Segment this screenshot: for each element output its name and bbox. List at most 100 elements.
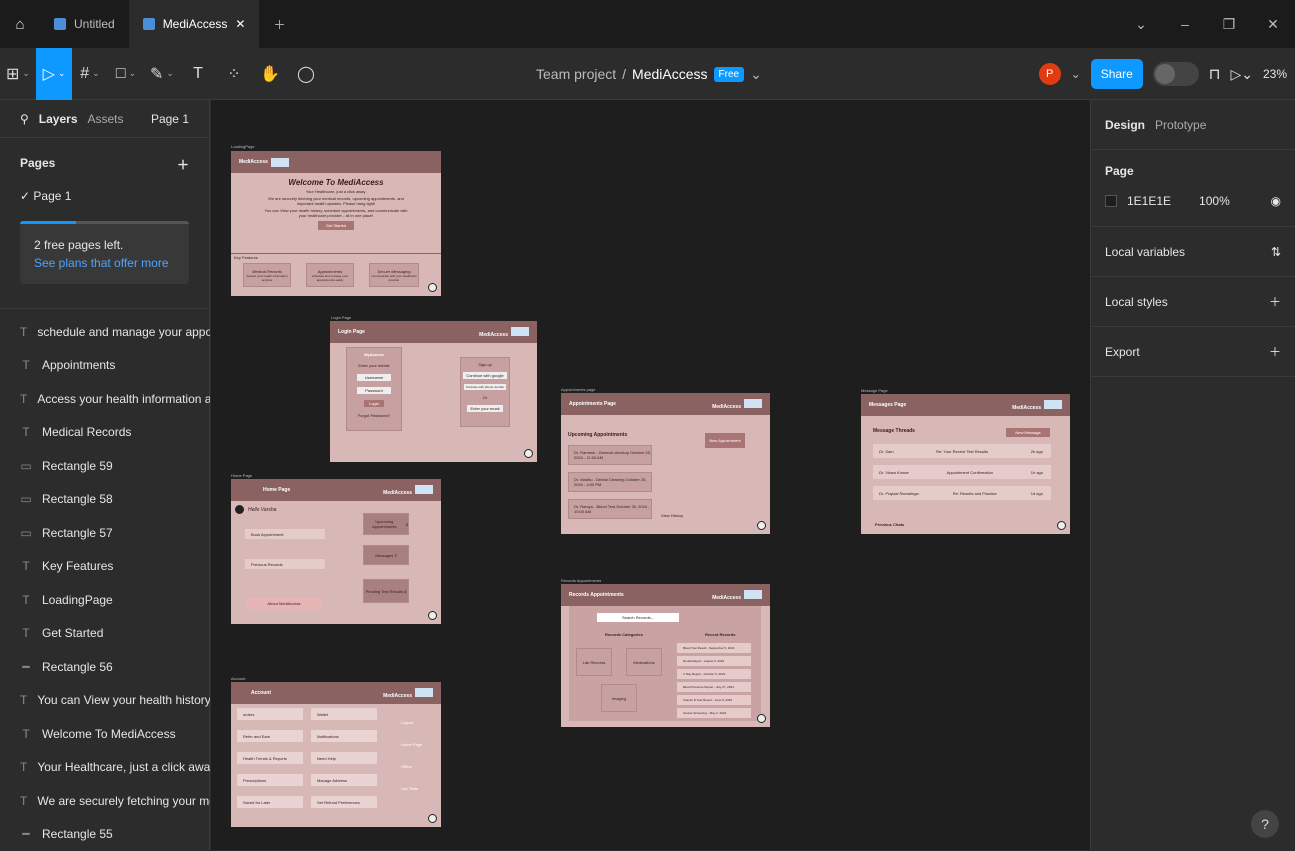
frame-login-page[interactable]: Login PageMediAccess MyAccess Enter your… [330, 321, 537, 462]
account-menu-item[interactable]: Prescriptions [237, 774, 303, 786]
category-lab-records[interactable]: Lab Records [576, 648, 612, 676]
tab-mediaccess[interactable]: MediAccess ✕ [129, 0, 260, 48]
layer-item[interactable]: TGet Started [0, 617, 210, 651]
layer-item[interactable]: TKey Features [0, 550, 210, 584]
book-appointment-button[interactable]: Book Appointment [245, 529, 325, 539]
minimize-icon[interactable]: – [1163, 16, 1207, 32]
search-icon[interactable]: ⚲ [20, 112, 29, 126]
chevron-down-icon[interactable]: ⌄ [1071, 67, 1081, 81]
layer-item[interactable]: ━Rectangle 56 [0, 650, 210, 684]
appointment-item[interactable]: Dr. Madhu - Dental Cleaning October 25, … [568, 472, 652, 492]
login-button[interactable]: Login [364, 400, 384, 407]
pen-tool-button[interactable]: ✎⌄ [144, 48, 180, 100]
account-side-item[interactable]: Offers [401, 764, 412, 769]
message-thread[interactable]: Dr. Viswa KumarAppointment Confirmation1… [873, 465, 1051, 479]
account-menu-item[interactable]: Saved for Later [237, 796, 303, 808]
layer-item[interactable]: TYou can View your health history, ... [0, 684, 210, 718]
category-medications[interactable]: Medications [626, 648, 662, 676]
message-thread[interactable]: Dr. Prajwal RamalingaRe: Results and Pra… [873, 486, 1051, 500]
recent-record-item[interactable]: Vitamin D Test Report - June 8, 2024 [677, 695, 751, 705]
account-menu-item[interactable]: Manage Address [311, 774, 377, 786]
layer-item[interactable]: TAppointments [0, 349, 210, 383]
upcoming-card[interactable]: Upcoming Appointments 2 [363, 513, 409, 535]
project-name[interactable]: Team project [536, 66, 616, 82]
pending-card[interactable]: Pending Test Results 2 [363, 579, 409, 603]
layer-item[interactable]: ▭Rectangle 59 [0, 449, 210, 483]
variables-icon[interactable]: ⇅ [1271, 245, 1281, 259]
previous-chats-link[interactable]: Previous Chats [875, 522, 904, 527]
chevron-down-icon[interactable]: ⌄ [1119, 16, 1163, 33]
recent-record-item[interactable]: X Ray Report - October 5, 2024 [677, 669, 751, 679]
phone-signup-button[interactable]: Continue with phone number [464, 384, 506, 390]
recent-record-item[interactable]: Blood Test Result - September 5, 2024 [677, 643, 751, 653]
hand-tool-icon[interactable]: ✋ [252, 48, 288, 100]
resources-icon[interactable]: ⁘ [216, 48, 252, 100]
username-field[interactable]: Username [357, 374, 391, 381]
layer-item[interactable]: ▭Rectangle 58 [0, 483, 210, 517]
frame-tool-button[interactable]: #⌄ [72, 48, 108, 100]
appointment-item[interactable]: Dr. Ramesh - General checkup October 25,… [568, 445, 652, 465]
add-export-icon[interactable]: ＋ [1269, 343, 1281, 360]
layer-item[interactable]: TLoadingPage [0, 583, 210, 617]
shape-tool-button[interactable]: □⌄ [108, 48, 144, 100]
layer-item[interactable]: TWelcome To MediAccess [0, 717, 210, 751]
tab-design[interactable]: Design [1105, 118, 1145, 132]
frame-account[interactable]: AccountMediAccess ordersWalletRefer and … [231, 682, 441, 827]
messages-card[interactable]: Messages 7 [363, 545, 409, 565]
avatar[interactable]: P [1039, 63, 1061, 85]
color-swatch[interactable] [1105, 195, 1117, 207]
frame-messages[interactable]: Messages PageMediAccess Message Threads … [861, 394, 1070, 534]
file-name[interactable]: MediAccess [632, 66, 707, 82]
close-window-icon[interactable]: ✕ [1251, 16, 1295, 33]
new-appointment-button[interactable]: New Appointment [705, 433, 745, 448]
layer-item[interactable]: TWe are securely fetching your med... [0, 784, 210, 818]
view-history-link[interactable]: View History [661, 513, 683, 518]
tab-untitled[interactable]: Untitled [40, 0, 129, 48]
google-signup-button[interactable]: Continue with google [463, 372, 506, 379]
new-message-button[interactable]: New Message [1006, 428, 1050, 437]
chevron-down-icon[interactable]: ⌄ [750, 66, 762, 83]
email-field[interactable]: Enter your email [467, 405, 502, 412]
account-menu-item[interactable]: Health Trends & Reports [237, 752, 303, 764]
account-side-item[interactable]: Home Page [401, 742, 422, 747]
add-style-icon[interactable]: ＋ [1269, 293, 1281, 310]
page-selector[interactable]: Page 1 [151, 112, 189, 126]
share-button[interactable]: Share [1091, 59, 1143, 89]
get-started-button[interactable]: Get Started [318, 221, 354, 230]
account-menu-item[interactable]: Notifications [311, 730, 377, 742]
tab-layers[interactable]: Layers [39, 112, 78, 126]
new-tab-button[interactable]: ＋ [259, 0, 299, 48]
recent-record-item[interactable]: Blood Pressure Report - July 27, 2024 [677, 682, 751, 692]
previous-records-button[interactable]: Previous Records [245, 559, 325, 569]
layer-item[interactable]: TMedical Records [0, 416, 210, 450]
message-thread[interactable]: Dr. SamRe: Your Recent Test Results2h ag… [873, 444, 1051, 458]
zoom-level[interactable]: 23% [1263, 67, 1287, 81]
canvas[interactable]: LoadingPage MediAccess Welcome To MediAc… [211, 100, 1090, 850]
add-page-icon[interactable]: ＋ [177, 156, 189, 173]
restore-icon[interactable]: ❐ [1207, 16, 1251, 33]
appointment-item[interactable]: Dr. Ramya - Blood Test October 30, 2024 … [568, 499, 652, 519]
account-menu-item[interactable]: Wallet [311, 708, 377, 720]
frame-home-page[interactable]: Home PageMediAccess Hello Varsha Book Ap… [231, 479, 441, 624]
account-menu-item[interactable]: Set Refund Preferences [311, 796, 377, 808]
library-icon[interactable]: ⊓ [1209, 65, 1221, 83]
home-icon[interactable]: ⌂ [0, 0, 40, 48]
upsell-link[interactable]: See plans that offer more [34, 256, 175, 270]
frame-loading-page[interactable]: MediAccess Welcome To MediAccess Your He… [231, 151, 441, 296]
present-icon[interactable]: ▷⌄ [1230, 66, 1253, 83]
account-menu-item[interactable]: Refer and Earn [237, 730, 303, 742]
help-button[interactable]: ? [1251, 810, 1279, 838]
about-button[interactable]: About MediAccess [247, 598, 321, 609]
search-records-input[interactable]: Search Records... [597, 613, 679, 622]
account-menu-item[interactable]: orders [237, 708, 303, 720]
move-tool-button[interactable]: ▷⌄ [36, 48, 72, 100]
layer-item[interactable]: TAccess your health information an... [0, 382, 210, 416]
close-icon[interactable]: ✕ [235, 17, 245, 31]
frame-appointments[interactable]: Appointments PageMediAccess Upcoming App… [561, 393, 770, 534]
tab-assets[interactable]: Assets [88, 112, 124, 126]
layer-item[interactable]: ━Rectangle 55 [0, 818, 210, 851]
dev-mode-toggle[interactable] [1153, 62, 1199, 86]
tab-prototype[interactable]: Prototype [1155, 118, 1206, 132]
recent-record-item[interactable]: Dental Report - August 3, 2024 [677, 656, 751, 666]
frame-records[interactable]: Records AppointmentsMediAccess Search Re… [561, 584, 770, 727]
